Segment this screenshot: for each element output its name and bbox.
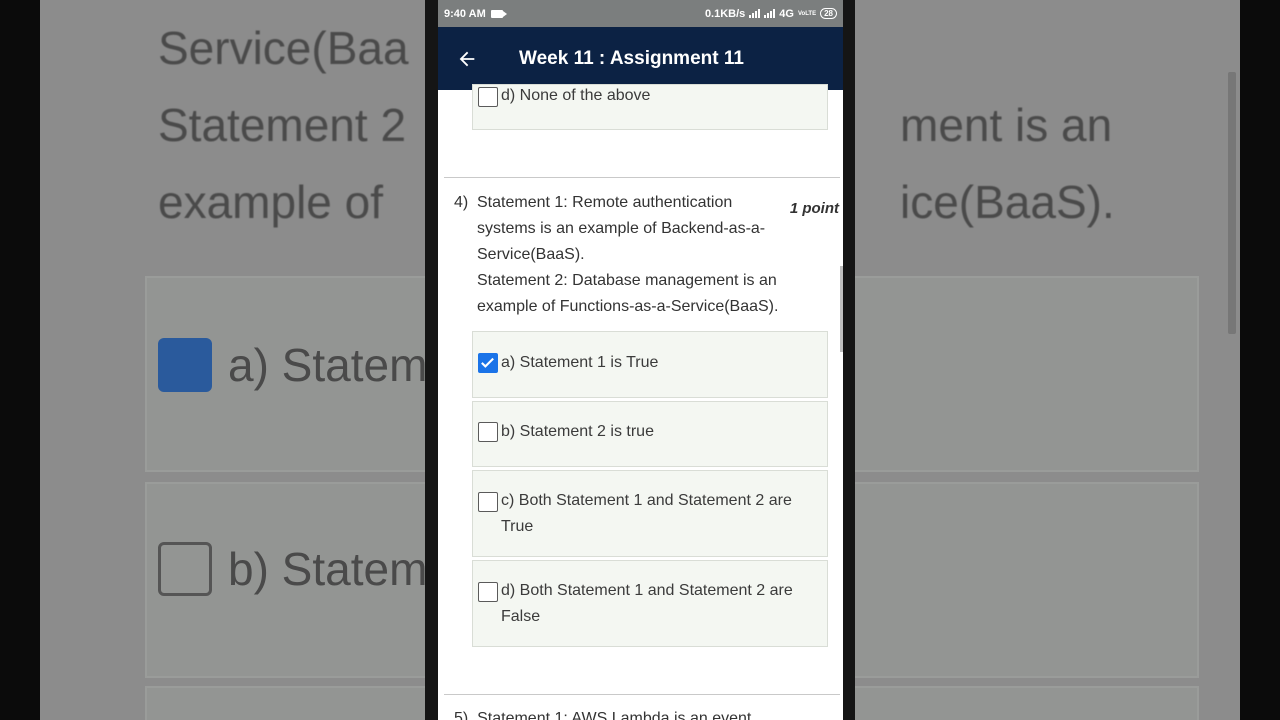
question-line: Statement 1: Remote authentication (477, 194, 733, 211)
option-b[interactable]: b) Statement 2 is true (472, 401, 828, 467)
question-number: 4) (454, 194, 469, 211)
question-line: Service(BaaS). (477, 246, 585, 263)
bg-text-line2b: ment is an (900, 99, 1113, 151)
arrow-left-icon (459, 51, 475, 66)
checkbox-icon[interactable] (478, 87, 498, 107)
option-label-line: d) Both Statement 1 and Statement 2 are (501, 582, 793, 599)
question-points: 1 point (789, 200, 839, 217)
bg-option-b: b) Statem (228, 543, 428, 595)
next-question-preview: 5) Statement 1: AWS Lambda is an event (454, 710, 752, 720)
option-label-line: c) Both Statement 1 and Statement 2 are (501, 492, 792, 509)
bg-text-line1: Service(Baa (158, 22, 409, 74)
prev-option-d[interactable]: d) None of the above (472, 84, 828, 130)
question-line: systems is an example of Backend-as-a- (477, 220, 766, 237)
checkmark-icon (481, 357, 494, 368)
page-title: Week 11 : Assignment 11 (519, 47, 744, 69)
phone-screen: 9:40 AM 0.1KB/s 4G VoLTE 28 Week 11 : As… (438, 0, 843, 720)
app-bar: Week 11 : Assignment 11 (438, 27, 843, 90)
bg-text-line2: Statement 2 (158, 99, 407, 151)
question-line: Statement 2: Database management is an (477, 272, 777, 289)
question-text: Statement 1: Remote authentication syste… (477, 190, 797, 320)
status-volte: VoLTE (797, 10, 817, 17)
option-c[interactable]: c) Both Statement 1 and Statement 2 are … (472, 470, 828, 557)
status-bar: 9:40 AM 0.1KB/s 4G VoLTE 28 (438, 0, 843, 27)
status-speed: 0.1KB/s (704, 7, 746, 20)
bg-text-line3b: ice(BaaS). (900, 176, 1115, 228)
question-line: example of Functions-as-a-Service(BaaS). (477, 298, 779, 315)
option-label: c) Both Statement 1 and Statement 2 are … (501, 488, 815, 540)
bg-option-a: a) Statem (228, 339, 428, 391)
option-label-line: True (501, 518, 534, 535)
checkbox-icon[interactable] (478, 582, 498, 602)
video-camera-icon (490, 9, 507, 18)
phone-frame: 9:40 AM 0.1KB/s 4G VoLTE 28 Week 11 : As… (425, 0, 855, 720)
option-label-line: False (501, 608, 541, 625)
status-time: 9:40 AM (444, 7, 486, 20)
option-label: d) Both Statement 1 and Statement 2 are … (501, 578, 815, 630)
assignment-content: d) None of the above 4) 1 point Statemen… (438, 84, 843, 720)
bg-scrollbar (1228, 72, 1236, 334)
option-d[interactable]: d) Both Statement 1 and Statement 2 are … (472, 560, 828, 647)
scrollbar[interactable] (840, 266, 843, 352)
question-divider (444, 694, 840, 695)
signal-icon (749, 9, 761, 18)
bg-text-line3: example of (158, 176, 384, 228)
checkbox-checked-icon[interactable] (478, 353, 498, 373)
option-a[interactable]: a) Statement 1 is True (472, 331, 828, 398)
battery-icon: 28 (820, 8, 837, 19)
option-label: a) Statement 1 is True (501, 354, 659, 371)
checkbox-icon[interactable] (478, 492, 498, 512)
option-label: b) Statement 2 is true (501, 423, 654, 440)
signal-icon (764, 9, 776, 18)
bg-checkbox-icon (158, 542, 212, 596)
question-divider (444, 177, 840, 178)
option-label: d) None of the above (501, 87, 651, 104)
bg-checkbox-checked-icon (158, 338, 212, 392)
back-button[interactable] (438, 27, 496, 90)
status-network: 4G (779, 7, 794, 20)
checkbox-icon[interactable] (478, 422, 498, 442)
